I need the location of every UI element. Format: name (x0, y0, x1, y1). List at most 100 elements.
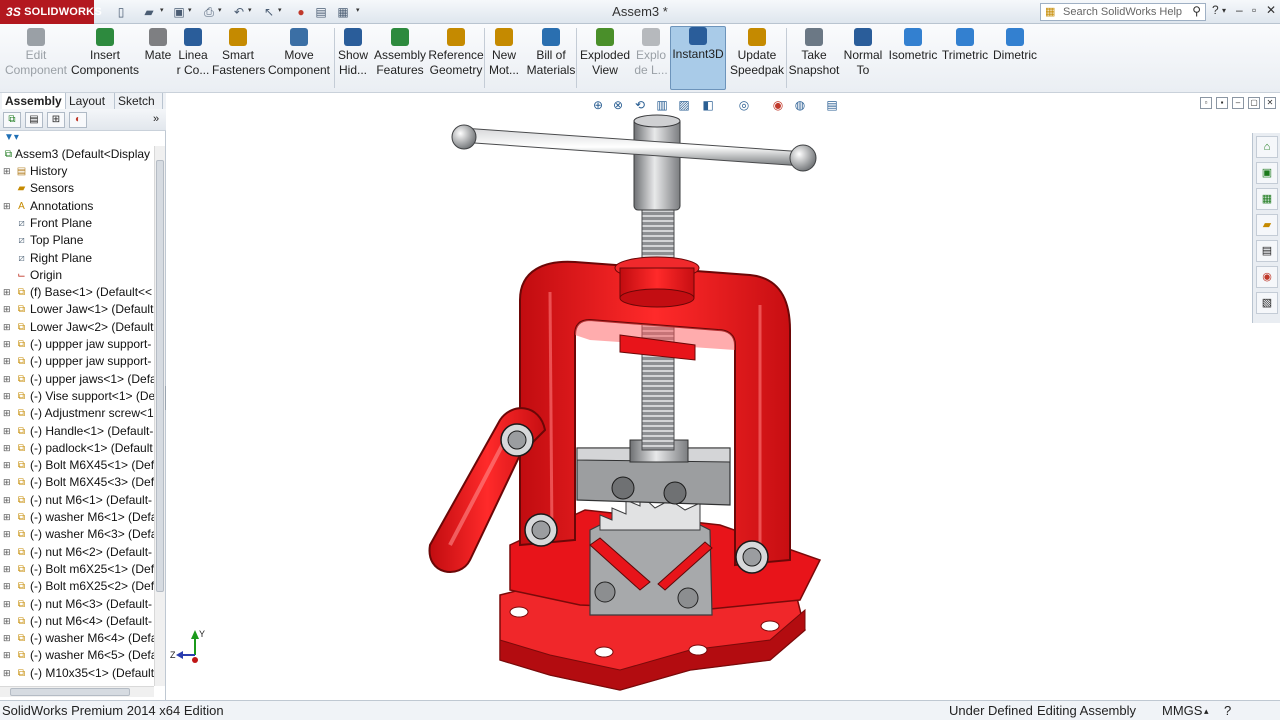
expand-toggle-icon[interactable]: ⊞ (3, 526, 11, 543)
tree-horizontal-scrollbar[interactable] (0, 686, 154, 697)
apply-scene-icon[interactable]: ◍ (792, 97, 808, 113)
previous-view-icon[interactable]: ⟲ (632, 97, 648, 113)
reference-geometry-button[interactable]: Reference Geometry (428, 28, 484, 78)
search-scope-icon[interactable]: ▦ (1045, 5, 1055, 18)
save-icon[interactable]: ▣ (170, 3, 188, 21)
expand-toggle-icon[interactable]: ⊞ (3, 561, 11, 578)
expand-toggle-icon[interactable]: ⊞ (3, 423, 11, 440)
viewport-maximize-icon[interactable]: ▢ (1248, 97, 1260, 109)
scenes-icon[interactable]: ◉ (1256, 266, 1278, 288)
tree-item[interactable]: ⊞ ⧉ Lower Jaw<2> (Default (0, 319, 154, 336)
expand-toggle-icon[interactable]: ⊞ (3, 319, 11, 336)
tree-item[interactable]: ⌙ Origin (0, 267, 154, 284)
view-settings-icon[interactable]: ▤ (824, 97, 840, 113)
print-icon[interactable]: ⎙ (200, 3, 218, 21)
select-dropdown-icon[interactable]: ▾ (278, 6, 282, 14)
show-hidden-button[interactable]: Show Hid... (336, 28, 370, 78)
section-view-icon[interactable]: ▥ (654, 97, 670, 113)
edit-appearance-icon[interactable]: ◉ (770, 97, 786, 113)
trimetric-button[interactable]: Trimetric (940, 28, 990, 63)
tree-item[interactable]: ⊞ ⧉ (-) Vise support<1> (De (0, 388, 154, 405)
expand-toggle-icon[interactable]: ⊞ (3, 647, 11, 664)
expand-toggle-icon[interactable]: ⊞ (3, 474, 11, 491)
expand-toggle-icon[interactable]: ⊞ (3, 336, 11, 353)
tree-item[interactable]: ⧄ Top Plane (0, 232, 154, 249)
bill-of-materials-button[interactable]: Bill of Materials (526, 28, 576, 78)
tree-item[interactable]: ⊞ ⧉ (f) Base<1> (Default<< (0, 284, 154, 301)
expand-toggle-icon[interactable]: ⊞ (3, 440, 11, 457)
display-manager-tab-icon[interactable]: ◐ (69, 112, 87, 128)
expand-toggle-icon[interactable]: ⊞ (3, 665, 11, 682)
minimize-icon[interactable]: – (1236, 3, 1243, 17)
tree-item[interactable]: ⊞ ⧉ (-) M10x35<1> (Default (0, 665, 154, 682)
help-search-input[interactable]: ▦ Search SolidWorks Help ⚲ (1040, 3, 1206, 21)
tree-item[interactable]: ⊞ ⧉ (-) Bolt m6X25<1> (Def (0, 561, 154, 578)
tree-item[interactable]: ⊞ ⧉ (-) Handle<1> (Default- (0, 423, 154, 440)
tree-item[interactable]: ⊞ ⧉ (-) upper jaws<1> (Defa (0, 371, 154, 388)
file-properties-icon[interactable]: ▤ (312, 3, 330, 21)
explode-line-sketch-button[interactable]: Explo de L... (634, 28, 668, 78)
vertical-scroll-thumb[interactable] (156, 160, 164, 592)
exploded-view-button[interactable]: Exploded View (580, 28, 630, 78)
normal-to-button[interactable]: Normal To (842, 28, 884, 78)
expand-toggle-icon[interactable]: ⊞ (3, 198, 11, 215)
dimetric-button[interactable]: Dimetric (992, 28, 1038, 63)
rebuild-icon[interactable]: ● (292, 3, 310, 21)
options-icon[interactable]: ▦ (334, 3, 352, 21)
expand-toggle-icon[interactable]: ⊞ (3, 596, 11, 613)
edit-component-button[interactable]: Edit Component (4, 28, 68, 78)
viewport-tile-icon[interactable]: ▪ (1216, 97, 1228, 109)
expand-toggle-icon[interactable]: ⊞ (3, 284, 11, 301)
close-icon[interactable]: ✕ (1266, 3, 1276, 17)
hide-show-items-icon[interactable]: ◎ (736, 97, 752, 113)
expand-toggle-icon[interactable]: ⊞ (3, 405, 11, 422)
tree-item[interactable]: ⊞ ⧉ (-) washer M6<4> (Defa (0, 630, 154, 647)
view-palette-icon[interactable]: ▰ (1256, 214, 1278, 236)
help-status-icon[interactable]: ? (1224, 701, 1231, 720)
view-orientation-icon[interactable]: ▨ (676, 97, 692, 113)
new-motion-study-button[interactable]: New Mot... (488, 28, 520, 78)
tree-item[interactable]: ⊞ ⧉ (-) washer M6<1> (Defa (0, 509, 154, 526)
select-icon[interactable]: ↖ (260, 3, 278, 21)
configuration-manager-tab-icon[interactable]: ⊞ (47, 112, 65, 128)
tree-item[interactable]: ⊞ ⧉ (-) uppper jaw support- (0, 353, 154, 370)
expand-toggle-icon[interactable]: ⊞ (3, 457, 11, 474)
expand-toggle-icon[interactable]: ⊞ (3, 301, 11, 318)
expand-toggle-icon[interactable]: ⊞ (3, 163, 11, 180)
design-library-icon[interactable]: ▣ (1256, 162, 1278, 184)
isometric-button[interactable]: Isometric (888, 28, 938, 63)
zoom-to-fit-icon[interactable]: ⊕ (590, 97, 606, 113)
smart-fasteners-button[interactable]: Smart Fasteners (212, 28, 265, 78)
units-dropdown-icon[interactable]: ▴ (1204, 701, 1209, 720)
tab-layout[interactable]: Layout (66, 93, 115, 109)
restore-icon[interactable]: ▫ (1252, 3, 1256, 17)
solidworks-logo[interactable]: 3S SOLIDWORKS (0, 0, 102, 24)
viewport-close-icon[interactable]: ✕ (1264, 97, 1276, 109)
mate-button[interactable]: Mate (142, 28, 174, 63)
feature-manager-tab-icon[interactable]: ⧉ (3, 112, 21, 128)
help-icon[interactable]: ? (1212, 3, 1219, 17)
tree-item[interactable]: ⧄ Right Plane (0, 250, 154, 267)
expand-toggle-icon[interactable]: ⊞ (3, 544, 11, 561)
insert-components-button[interactable]: Insert Components (70, 28, 140, 78)
custom-properties-icon[interactable]: ▧ (1256, 292, 1278, 314)
tab-sketch[interactable]: Sketch (115, 93, 163, 109)
tree-item[interactable]: ⊞ ▤ History (0, 163, 154, 180)
expand-toggle-icon[interactable]: ⊞ (3, 353, 11, 370)
tree-vertical-scrollbar[interactable] (154, 146, 165, 686)
tree-item[interactable]: ⊞ ⧉ (-) washer M6<5> (Defa (0, 647, 154, 664)
linear-component-pattern-button[interactable]: Linea r Co... (176, 28, 210, 78)
update-speedpak-button[interactable]: Update Speedpak (730, 28, 784, 78)
tree-item[interactable]: ⊞ ⧉ (-) nut M6<4> (Default- (0, 613, 154, 630)
tree-item[interactable]: ⧄ Front Plane (0, 215, 154, 232)
tree-item[interactable]: ⊞ ⧉ (-) Bolt M6X45<1> (Def (0, 457, 154, 474)
unit-system-button[interactable]: MMGS (1162, 701, 1202, 720)
new-document-icon[interactable]: ▯ (112, 3, 130, 21)
tree-item[interactable]: ⊞ ⧉ (-) padlock<1> (Default (0, 440, 154, 457)
open-folder-icon[interactable]: ▰ (140, 3, 158, 21)
tree-item[interactable]: ⊞ ⧉ (-) Bolt m6X25<2> (Def (0, 578, 154, 595)
model-viewport[interactable]: Z Y (166, 93, 1252, 700)
display-style-icon[interactable]: ◧ (700, 97, 716, 113)
expand-toggle-icon[interactable]: ⊞ (3, 578, 11, 595)
zoom-to-area-icon[interactable]: ⊗ (610, 97, 626, 113)
